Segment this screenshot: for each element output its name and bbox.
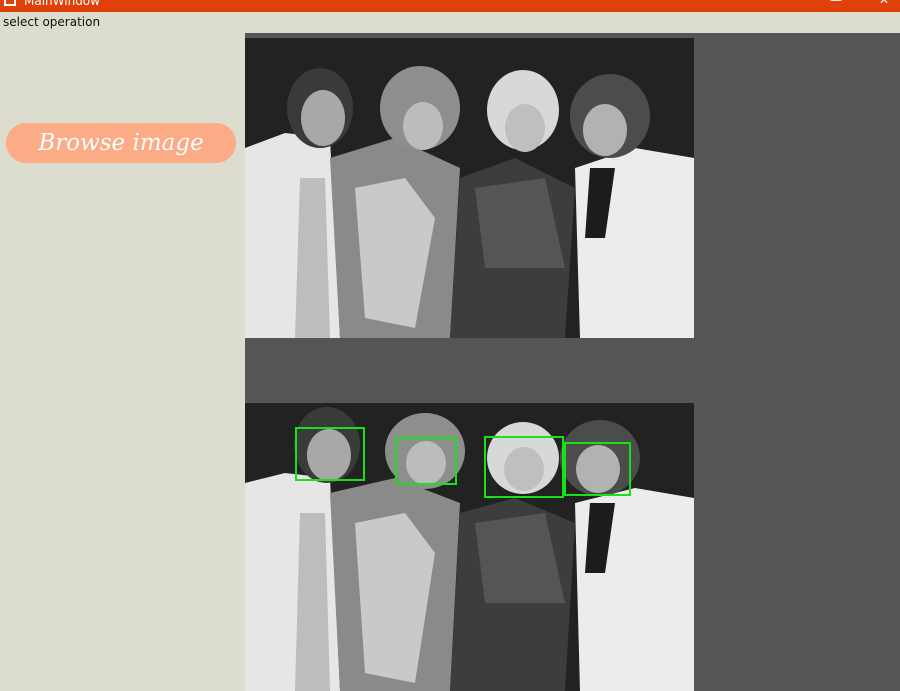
minimize-button[interactable]: — [829, 0, 843, 7]
original-photo-graphic [245, 38, 694, 338]
browse-image-button[interactable]: Browse image [6, 123, 236, 163]
image-display-area [245, 33, 900, 691]
face-detection-box [395, 437, 457, 485]
window-title: MainWindow [24, 0, 100, 8]
close-button[interactable]: ✕ [877, 0, 891, 7]
face-detection-box [484, 436, 564, 498]
face-detection-box [564, 442, 631, 496]
title-bar: MainWindow — ✕ [0, 0, 900, 12]
original-image [245, 38, 694, 338]
face-detection-box [295, 427, 365, 481]
window-icon [4, 0, 16, 6]
face-detection-image [245, 403, 694, 691]
status-label: select operation [3, 15, 101, 29]
